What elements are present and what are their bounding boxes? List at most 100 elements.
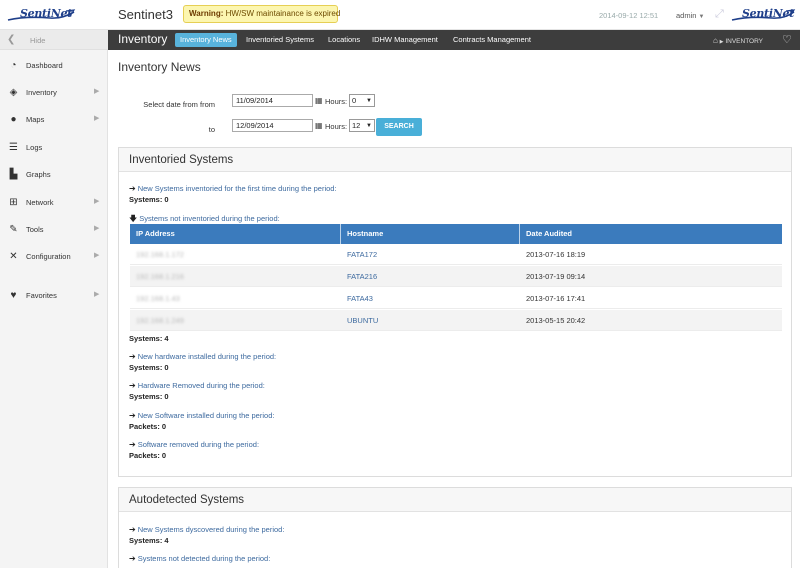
sidebar-item-label: Favorites <box>26 291 57 300</box>
not-inventoried-link-text: Systems not inventoried during the perio… <box>139 214 280 223</box>
ip-address-cell: 192.168.1.216 <box>136 272 184 281</box>
fullscreen-icon[interactable]: ⤢ <box>715 9 726 20</box>
sw-installed-count: Packets: 0 <box>129 422 167 431</box>
sw-installed-link-text: New Software installed during the period… <box>137 411 275 420</box>
sidebar-item-network[interactable]: ⊞ Network ▶ <box>0 189 108 216</box>
sidebar-item-configuration[interactable]: ✕ Configuration ▶ <box>0 243 108 270</box>
inventoried-systems-panel: Inventoried Systems ➔ New Systems invento… <box>118 147 792 477</box>
sidebar-item-inventory[interactable]: ◈ Inventory ▶ <box>0 79 108 106</box>
sidebar-item-label: Maps <box>26 115 45 124</box>
logo-text: SentiNet <box>742 7 794 20</box>
to-date-label: to <box>208 125 215 134</box>
maintenance-warning: Warning: HW/SW maintainance is expired <box>183 5 340 23</box>
date-audited-cell: 2013-07-19 09:14 <box>526 272 586 281</box>
new-systems-link[interactable]: ➔ New Systems inventoried for the first t… <box>129 184 337 193</box>
sidebar-item-label: Inventory <box>26 88 57 97</box>
sw-removed-link-text: Software removed during the period: <box>137 440 260 449</box>
from-hours-select[interactable]: 0 ▼ <box>349 94 375 107</box>
bar-chart-icon: ▙ <box>9 169 18 180</box>
to-hours-value: 12 <box>352 121 361 130</box>
tab-contracts-management[interactable]: Contracts Management <box>448 33 536 47</box>
hostname-link[interactable]: FATA216 <box>341 266 377 287</box>
from-date-input[interactable]: 11/09/2014 <box>232 94 313 107</box>
sidebar-item-favorites[interactable]: ♥ Favorites ▶ <box>0 282 108 309</box>
chevron-left-icon: ❮ <box>7 34 16 45</box>
user-name: admin <box>676 11 697 20</box>
chevron-right-icon: ▶ <box>94 225 100 232</box>
from-date-label: Select date from from <box>143 100 215 109</box>
main-content: Inventory News Select date from from 11/… <box>108 50 800 568</box>
sidebar-hide-toggle[interactable]: ❮ Hide <box>0 30 108 50</box>
ip-address-cell: 192.168.1.172 <box>136 250 184 259</box>
sidebar-item-tools[interactable]: ✎ Tools ▶ <box>0 216 108 243</box>
column-ip-address[interactable]: IP Address <box>130 224 341 244</box>
sentinet-logo-right: SentiNet <box>730 6 796 24</box>
arrow-right-icon: ➔ <box>129 411 136 420</box>
tag-icon: ◈ <box>9 87 18 98</box>
chevron-right-icon: ▶ <box>94 115 100 122</box>
hw-installed-link[interactable]: ➔ New hardware installed during the perio… <box>129 352 276 361</box>
not-detected-link-text: Systems not detected during the period: <box>137 554 271 563</box>
sentinet-logo[interactable]: SentiNet <box>6 6 76 24</box>
to-date-input[interactable]: 12/09/2014 <box>232 119 313 132</box>
discovered-systems-count: Systems: 4 <box>129 536 169 545</box>
table-row: 192.168.1.172 FATA172 2013-07-16 18:19 <box>130 244 782 265</box>
user-menu[interactable]: admin ▼ <box>676 11 704 20</box>
current-datetime: 2014-09-12 12:51 <box>599 11 659 20</box>
arrow-right-icon: ➔ <box>129 352 136 361</box>
table-header: IP Address Hostname Date Audited <box>130 224 782 244</box>
sidebar-item-label: Network <box>26 198 54 207</box>
sidebar-item-maps[interactable]: ● Maps ▶ <box>0 106 108 133</box>
sw-removed-link[interactable]: ➔ Software removed during the period: <box>129 440 259 449</box>
hostname-link[interactable]: FATA43 <box>341 288 373 309</box>
arrow-right-icon: ➔ <box>129 381 136 390</box>
arrow-down-icon: 🡇 <box>129 214 138 223</box>
hostname-link[interactable]: UBUNTU <box>341 310 378 331</box>
table-row: 192.168.1.43 FATA43 2013-07-16 17:41 <box>130 288 782 309</box>
column-hostname[interactable]: Hostname <box>341 224 520 244</box>
sidebar-item-dashboard[interactable]: ◔ Dashboard <box>0 52 108 79</box>
list-icon: ☰ <box>9 142 18 153</box>
dashboard-icon: ◔ <box>10 60 17 71</box>
hw-installed-count: Systems: 0 <box>129 363 169 372</box>
hostname-link[interactable]: FATA172 <box>341 244 377 265</box>
tab-inventory-news[interactable]: Inventory News <box>175 33 237 47</box>
wrench-icon: ✎ <box>9 224 18 235</box>
discovered-systems-link[interactable]: ➔ New Systems dyscovered during the perio… <box>129 525 284 534</box>
section-title: Inventory <box>118 32 168 46</box>
arrow-right-icon: ➔ <box>129 184 136 193</box>
to-hours-select[interactable]: 12 ▼ <box>349 119 375 132</box>
favorite-heart-icon[interactable]: ♡ <box>782 33 792 46</box>
search-button[interactable]: SEARCH <box>376 118 422 136</box>
from-hours-value: 0 <box>352 96 357 105</box>
arrow-right-icon: ➔ <box>129 554 136 563</box>
column-date-audited[interactable]: Date Audited <box>520 224 782 244</box>
tab-locations[interactable]: Locations <box>323 33 365 47</box>
sw-installed-link[interactable]: ➔ New Software installed during the perio… <box>129 411 274 420</box>
hw-installed-link-text: New hardware installed during the period… <box>137 352 277 361</box>
logo-text: SentiNet <box>20 7 72 20</box>
tab-idhw-management[interactable]: IDHW Management <box>367 33 443 47</box>
new-systems-count: Systems: 0 <box>129 195 169 204</box>
home-icon[interactable]: ⌂ <box>713 36 718 45</box>
sidebar-item-label: Dashboard <box>26 61 63 70</box>
not-inventoried-count: Systems: 4 <box>129 334 169 343</box>
breadcrumb-separator-icon: ▶ <box>719 39 724 45</box>
autodetected-systems-panel: Autodetected Systems ➔ New Systems dyscov… <box>118 487 792 568</box>
not-detected-link[interactable]: ➔ Systems not detected during the period: <box>129 554 270 563</box>
sidebar-item-logs[interactable]: ☰ Logs <box>0 134 108 161</box>
dropdown-arrow-icon: ▼ <box>366 98 372 104</box>
sitemap-icon: ⊞ <box>9 197 18 208</box>
date-audited-cell: 2013-05-15 20:42 <box>526 316 586 325</box>
sidebar-item-label: Logs <box>26 143 43 152</box>
tab-inventoried-systems[interactable]: Inventoried Systems <box>241 33 319 47</box>
dropdown-arrow-icon: ▼ <box>366 123 372 129</box>
calendar-icon[interactable]: ▦ <box>315 121 323 130</box>
sidebar-item-graphs[interactable]: ▙ Graphs <box>0 161 108 188</box>
new-systems-link-text: New Systems inventoried for the first ti… <box>137 184 337 193</box>
hw-removed-link[interactable]: ➔ Hardware Removed during the period: <box>129 381 265 390</box>
chevron-right-icon: ▶ <box>94 198 100 205</box>
sidebar-item-label: Tools <box>26 225 44 234</box>
date-audited-cell: 2013-07-16 17:41 <box>526 294 586 303</box>
calendar-icon[interactable]: ▦ <box>315 96 323 105</box>
